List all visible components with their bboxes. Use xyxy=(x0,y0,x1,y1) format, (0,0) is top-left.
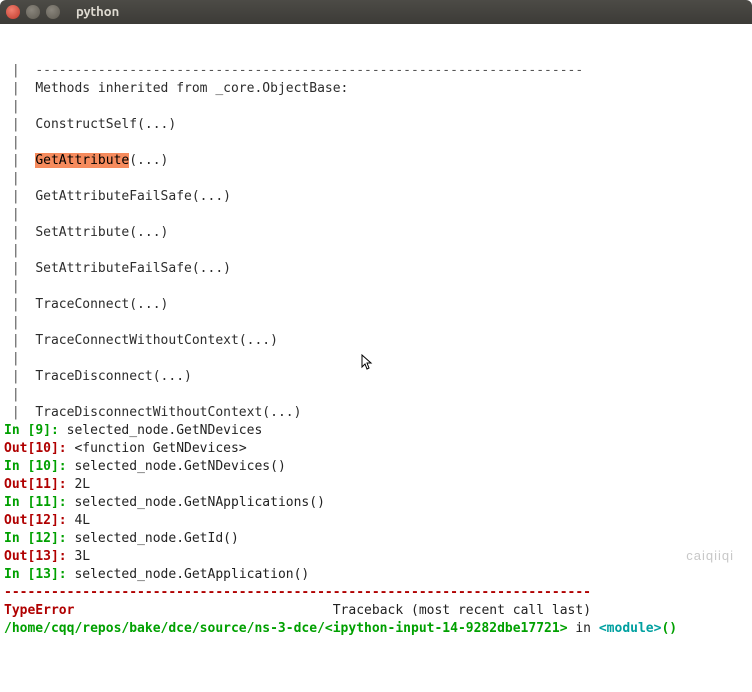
method-TraceConnectWithoutContext: TraceConnectWithoutContext(...) xyxy=(35,333,278,348)
terminal-output[interactable]: | --------------------------------------… xyxy=(0,24,752,579)
method-SetAttributeFailSafe: SetAttributeFailSafe(...) xyxy=(35,261,231,276)
error-location: /home/cqq/repos/bake/dce/source/ns-3-dce… xyxy=(4,620,748,638)
method-TraceDisconnectWithoutContext: TraceDisconnectWithoutContext(...) xyxy=(35,405,301,420)
io-line-in-11: In [11]: selected_node.GetNApplications(… xyxy=(4,494,748,512)
io-line-in-13: In [13]: selected_node.GetApplication() xyxy=(4,566,748,584)
method-ConstructSelf: ConstructSelf(...) xyxy=(35,117,176,132)
io-line-out-11: Out[11]: 2L xyxy=(4,476,748,494)
io-line-out-10: Out[10]: <function GetNDevices> xyxy=(4,440,748,458)
method-TraceDisconnect: TraceDisconnect(...) xyxy=(35,369,192,384)
io-line-in-10: In [10]: selected_node.GetNDevices() xyxy=(4,458,748,476)
maximize-icon[interactable] xyxy=(46,5,60,19)
error-header: TypeError Traceback (most recent call la… xyxy=(4,602,748,620)
minimize-icon[interactable] xyxy=(26,5,40,19)
io-line-out-13: Out[13]: 3L xyxy=(4,548,748,566)
help-block: | --------------------------------------… xyxy=(4,44,748,422)
io-line-in-12: In [12]: selected_node.GetId() xyxy=(4,530,748,548)
io-line-out-12: Out[12]: 4L xyxy=(4,512,748,530)
error-separator: ----------------------------------------… xyxy=(4,584,748,602)
method-GetAttributeFailSafe: GetAttributeFailSafe(...) xyxy=(35,189,231,204)
method-SetAttribute: SetAttribute(...) xyxy=(35,225,168,240)
help-heading: Methods inherited from _core.ObjectBase: xyxy=(35,81,348,96)
method-TraceConnect: TraceConnect(...) xyxy=(35,297,168,312)
window-titlebar: python xyxy=(0,0,752,24)
window-title: python xyxy=(76,5,119,19)
method-GetAttribute: GetAttribute(...) xyxy=(35,153,168,168)
close-icon[interactable] xyxy=(6,5,20,19)
io-line-in-9: In [9]: selected_node.GetNDevices xyxy=(4,422,748,440)
